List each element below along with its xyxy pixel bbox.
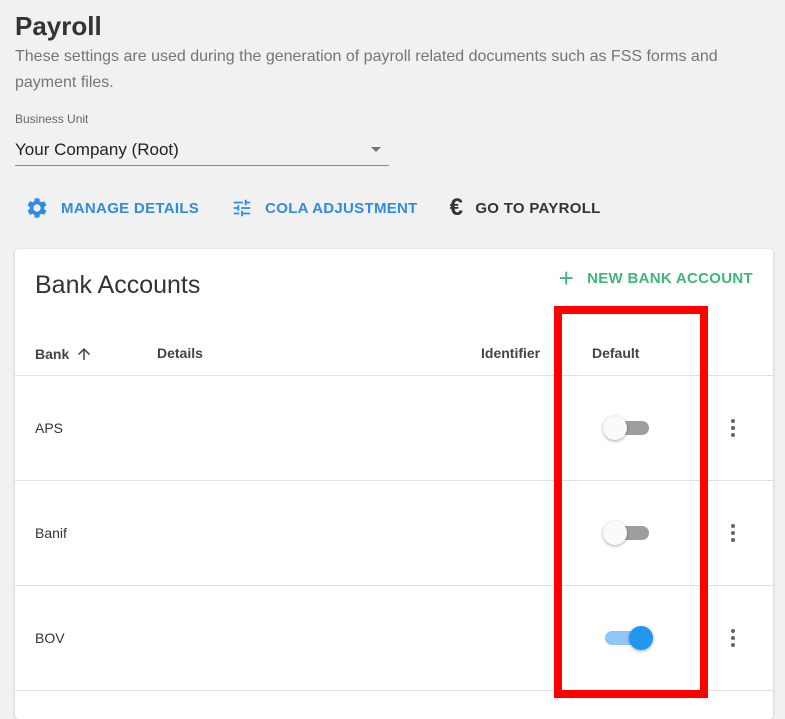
arrow-up-icon — [78, 348, 91, 360]
column-identifier-label: Identifier — [481, 345, 541, 361]
column-default-header[interactable]: Default — [592, 345, 639, 361]
column-default-label: Default — [592, 345, 640, 361]
new-bank-account-button[interactable]: + NEW BANK ACCOUNT — [558, 263, 753, 293]
table-row: APS — [15, 375, 773, 481]
default-toggle[interactable] — [605, 585, 655, 690]
bank-accounts-card: Bank Accounts + NEW BANK ACCOUNT Bank De… — [15, 249, 773, 719]
table-row: BOV — [15, 585, 773, 691]
column-bank-header[interactable]: Bank — [35, 345, 93, 363]
column-identifier-header[interactable]: Identifier — [481, 345, 540, 361]
table-row: Banif — [15, 480, 773, 586]
business-unit-value: Your Company (Root) — [15, 139, 179, 159]
new-bank-account-label: NEW BANK ACCOUNT — [587, 269, 753, 287]
page-title: Payroll — [15, 11, 102, 41]
caret-down-icon — [371, 147, 381, 152]
more-vertical-icon[interactable] — [723, 480, 743, 585]
toggle-thumb — [603, 415, 627, 440]
euro-icon: € — [449, 194, 464, 221]
go-to-payroll-label: GO TO PAYROLL — [475, 199, 601, 217]
default-toggle[interactable] — [603, 480, 655, 585]
more-vertical-icon[interactable] — [723, 585, 743, 690]
toggle-thumb — [629, 625, 653, 650]
page-description: These settings are used during the gener… — [15, 48, 718, 91]
business-unit-select[interactable]: Your Company (Root) — [15, 134, 389, 166]
toggle-thumb — [603, 520, 627, 545]
more-vertical-icon[interactable] — [723, 375, 743, 480]
column-bank-label: Bank — [35, 346, 70, 362]
bank-accounts-title: Bank Accounts — [35, 271, 201, 299]
plus-icon: + — [558, 263, 575, 293]
bank-name: APS — [35, 419, 64, 436]
action-bar: MANAGE DETAILS COLA ADJUSTMENT € GO TO P… — [25, 194, 633, 222]
page-header: Payroll These settings are used during t… — [15, 10, 775, 96]
sliders-icon — [233, 199, 251, 217]
go-to-payroll-button[interactable]: € GO TO PAYROLL — [450, 196, 601, 220]
gear-icon — [27, 198, 47, 218]
bank-name: BOV — [35, 629, 65, 646]
column-details-header[interactable]: Details — [157, 345, 203, 361]
manage-details-label: MANAGE DETAILS — [61, 199, 200, 217]
bank-name: Banif — [35, 524, 67, 541]
manage-details-button[interactable]: MANAGE DETAILS — [25, 196, 199, 220]
business-unit-label: Business Unit — [15, 112, 89, 126]
table-header: Bank Details Identifier Default — [15, 337, 773, 376]
default-toggle[interactable] — [603, 375, 655, 480]
column-details-label: Details — [157, 345, 203, 361]
cola-adjustment-label: COLA ADJUSTMENT — [265, 199, 418, 217]
cola-adjustment-button[interactable]: COLA ADJUSTMENT — [231, 197, 418, 219]
